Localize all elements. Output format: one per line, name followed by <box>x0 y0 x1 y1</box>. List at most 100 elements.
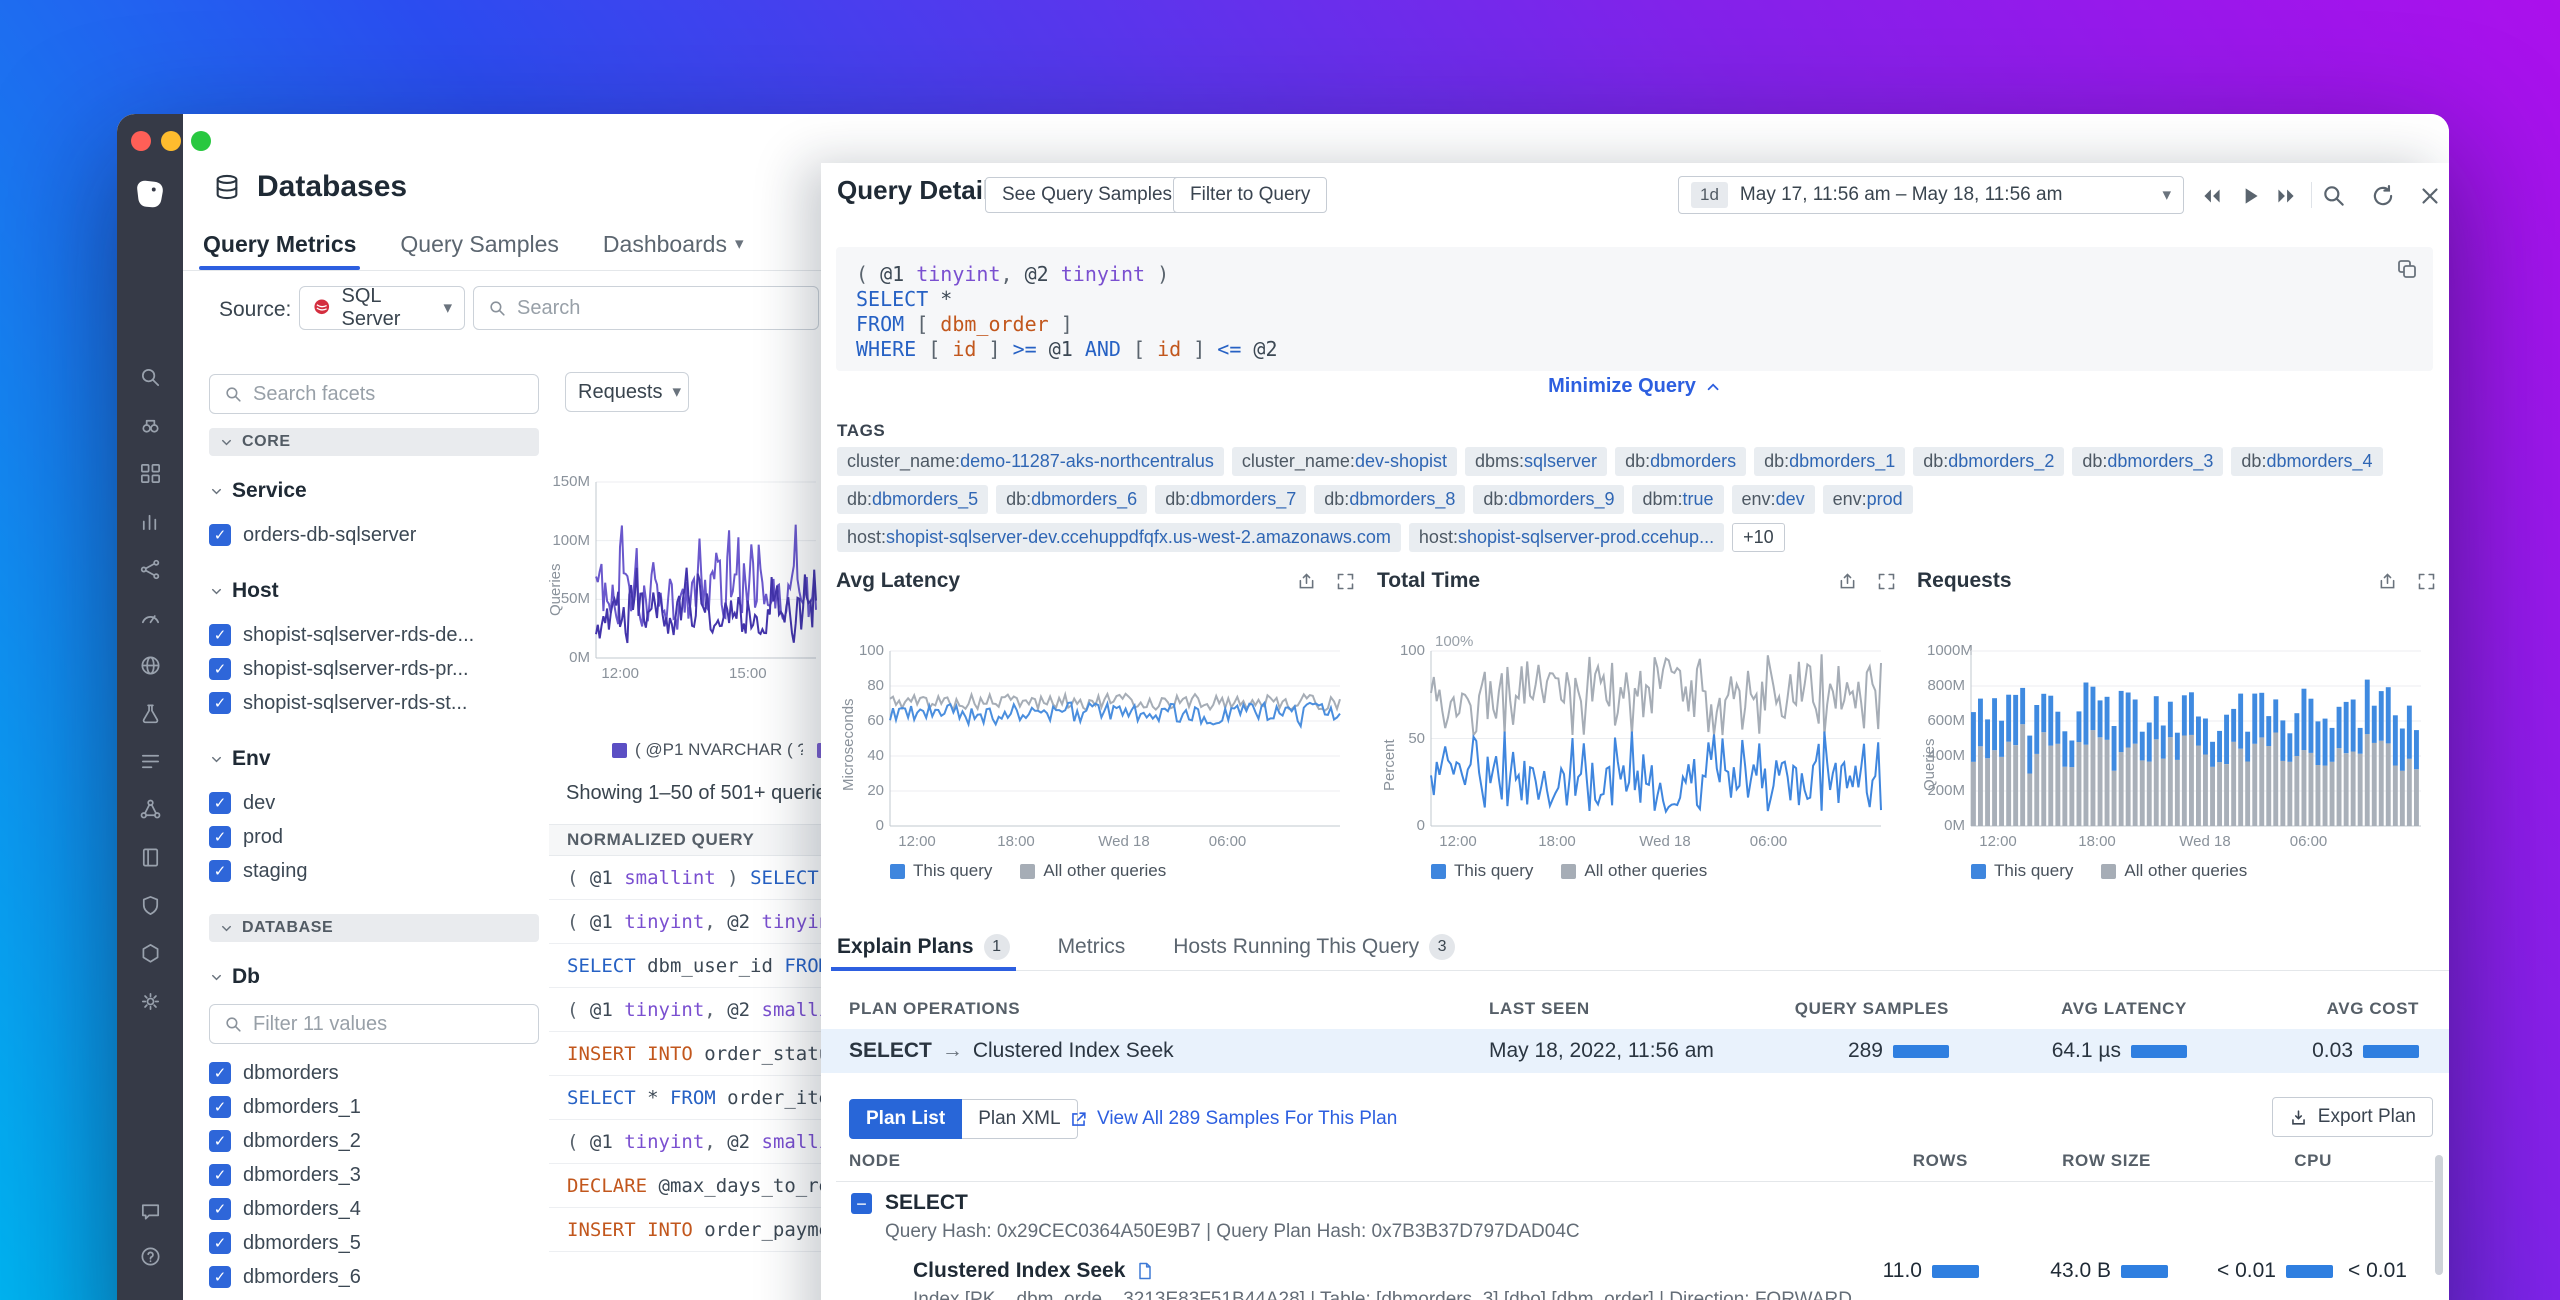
avg-latency-plot[interactable]: 02040608010012:0018:00Wed 1806:00 <box>890 651 1340 826</box>
watchdog-icon[interactable] <box>139 414 162 437</box>
copy-icon[interactable] <box>2395 257 2419 281</box>
notebooks-icon[interactable] <box>139 846 162 869</box>
facet-group-header[interactable]: Host <box>209 578 539 604</box>
checkbox-checked[interactable]: ✓ <box>209 826 231 848</box>
query-row[interactable]: INSERT INTO order_status <box>549 1032 821 1076</box>
tab-hosts-running[interactable]: Hosts Running This Query3 <box>1173 923 1455 970</box>
tag-chip[interactable]: host:shopist-sqlserver-prod.ccehup... <box>1409 523 1724 552</box>
checkbox-checked[interactable]: ✓ <box>209 624 231 646</box>
export-icon[interactable] <box>1837 571 1858 592</box>
skip-back-icon[interactable] <box>2199 183 2225 209</box>
facet-item-staging[interactable]: ✓staging <box>209 854 539 888</box>
facet-item-orders-db-sqlserver[interactable]: ✓orders-db-sqlserver <box>209 518 539 552</box>
tag-chip[interactable]: db:dbmorders <box>1615 447 1746 476</box>
total-time-plot[interactable]: 05010012:0018:00Wed 1806:00 <box>1431 651 1881 826</box>
checkbox-checked[interactable]: ✓ <box>209 1130 231 1152</box>
legend-item[interactable]: All other queries <box>1561 861 1707 881</box>
checkbox-checked[interactable]: ✓ <box>209 524 231 546</box>
view-all-samples-link[interactable]: View All 289 Samples For This Plan <box>1069 1108 1397 1130</box>
minimize-query-link[interactable]: Minimize Query <box>1548 375 1722 398</box>
legend-item[interactable]: This query <box>1971 861 2073 881</box>
facet-item-dbmorders_5[interactable]: ✓dbmorders_5 <box>209 1226 539 1260</box>
plan-xml-button[interactable]: Plan XML <box>962 1099 1077 1139</box>
checkbox-checked[interactable]: ✓ <box>209 1266 231 1288</box>
tab-query-samples[interactable]: Query Samples <box>396 218 563 270</box>
facet-group-header[interactable]: Db <box>209 964 539 990</box>
export-icon[interactable] <box>2377 571 2398 592</box>
time-range-select[interactable]: 1d May 17, 11:56 am – May 18, 11:56 am ▾ <box>1678 176 2184 214</box>
expand-icon[interactable] <box>2416 571 2437 592</box>
tag-chip[interactable]: db:dbmorders_1 <box>1754 447 1905 476</box>
tab-explain-plans[interactable]: Explain Plans1 <box>837 923 1010 970</box>
facet-section-core[interactable]: CORE <box>209 428 539 456</box>
settings-icon[interactable] <box>139 990 162 1013</box>
infrastructure-icon[interactable] <box>139 462 162 485</box>
tag-chip[interactable]: db:dbmorders_9 <box>1473 485 1624 514</box>
tag-chip[interactable]: dbms:sqlserver <box>1465 447 1607 476</box>
checkbox-checked[interactable]: ✓ <box>209 1198 231 1220</box>
tags-overflow-chip[interactable]: +10 <box>1732 523 1785 552</box>
facet-item-dbmorders[interactable]: ✓dbmorders <box>209 1056 539 1090</box>
checkbox-checked[interactable]: ✓ <box>209 1232 231 1254</box>
tag-chip[interactable]: db:dbmorders_2 <box>1913 447 2064 476</box>
legend-item[interactable]: All other queries <box>2101 861 2247 881</box>
query-row[interactable]: SELECT dbm_user_id FROM [ <box>549 944 821 988</box>
tag-chip[interactable]: host:shopist-sqlserver-dev.ccehuppdfqfx.… <box>837 523 1401 552</box>
checkbox-checked[interactable]: ✓ <box>209 692 231 714</box>
tag-chip[interactable]: db:dbmorders_5 <box>837 485 988 514</box>
checkbox-checked[interactable]: ✓ <box>209 792 231 814</box>
help-icon[interactable] <box>139 1245 162 1268</box>
see-query-samples-button[interactable]: See Query Samples <box>985 177 1189 213</box>
query-row[interactable]: SELECT * FROM order_items <box>549 1076 821 1120</box>
tab-metrics[interactable]: Metrics <box>1058 923 1126 970</box>
tag-chip[interactable]: env:dev <box>1732 485 1815 514</box>
facet-item-prod[interactable]: ✓prod <box>209 820 539 854</box>
chat-icon[interactable] <box>139 1200 162 1223</box>
expand-icon[interactable] <box>1876 571 1897 592</box>
tag-chip[interactable]: db:dbmorders_4 <box>2231 447 2382 476</box>
collapse-icon[interactable]: − <box>851 1193 872 1214</box>
filter-to-query-button[interactable]: Filter to Query <box>1173 177 1327 213</box>
legend-item[interactable]: This query <box>890 861 992 881</box>
tag-chip[interactable]: db:dbmorders_8 <box>1314 485 1465 514</box>
zoom-window-button[interactable] <box>191 131 211 151</box>
facet-item-dbmorders_4[interactable]: ✓dbmorders_4 <box>209 1192 539 1226</box>
minimize-window-button[interactable] <box>161 131 181 151</box>
close-icon[interactable] <box>2417 183 2443 209</box>
synthetics-icon[interactable] <box>139 654 162 677</box>
query-row[interactable]: ( @1 tinyint, @2 tinyint ) <box>549 900 821 944</box>
skip-forward-icon[interactable] <box>2273 183 2299 209</box>
scrollbar[interactable] <box>2435 1155 2443 1275</box>
source-select[interactable]: SQL Server ▾ <box>299 286 465 330</box>
facet-group-header[interactable]: Env <box>209 746 539 772</box>
chart-legend[interactable]: This queryAll other queries <box>890 861 1166 881</box>
checkbox-checked[interactable]: ✓ <box>209 1164 231 1186</box>
facet-item-dbmorders_2[interactable]: ✓dbmorders_2 <box>209 1124 539 1158</box>
query-row[interactable]: ( @1 smallint ) SELECT * <box>549 856 821 900</box>
facet-search-input[interactable] <box>209 374 539 414</box>
checkbox-checked[interactable]: ✓ <box>209 1062 231 1084</box>
facet-item-shopist-sqlserver-rds-st...[interactable]: ✓shopist-sqlserver-rds-st... <box>209 686 539 720</box>
apm-icon[interactable] <box>139 606 162 629</box>
service-map-icon[interactable] <box>139 798 162 821</box>
tab-query-metrics[interactable]: Query Metrics <box>199 218 360 270</box>
facet-filter-input[interactable] <box>209 1004 539 1044</box>
facet-item-dbmorders_3[interactable]: ✓dbmorders_3 <box>209 1158 539 1192</box>
facet-item-dbmorders_7[interactable]: ✓dbmorders_7 <box>209 1294 539 1300</box>
facet-item-dev[interactable]: ✓dev <box>209 786 539 820</box>
query-search-input[interactable] <box>473 286 819 330</box>
chart-legend[interactable]: This query All other queries <box>1971 861 2247 881</box>
query-row[interactable]: DECLARE @max_days_to_ret <box>549 1164 821 1208</box>
requests-trend-plot[interactable]: 0M50M100M150M12:0015:00 <box>596 482 816 658</box>
logs-icon[interactable] <box>139 750 162 773</box>
tag-chip[interactable]: cluster_name:demo-11287-aks-northcentral… <box>837 447 1224 476</box>
time-preset-chip[interactable]: 1d <box>1691 182 1728 208</box>
export-icon[interactable] <box>1296 571 1317 592</box>
facet-section-database[interactable]: DATABASE <box>209 914 539 942</box>
expand-icon[interactable] <box>1335 571 1356 592</box>
plan-list-button[interactable]: Plan List <box>849 1099 962 1139</box>
security-icon[interactable] <box>139 894 162 917</box>
plan-operations-row[interactable]: SELECT→Clustered Index Seek May 18, 2022… <box>821 1029 2449 1073</box>
requests-plot[interactable]: 0M200M400M600M800M1000M12:0018:00Wed 180… <box>1971 651 2421 826</box>
chart-legend[interactable]: This queryAll other queries <box>1431 861 1707 881</box>
